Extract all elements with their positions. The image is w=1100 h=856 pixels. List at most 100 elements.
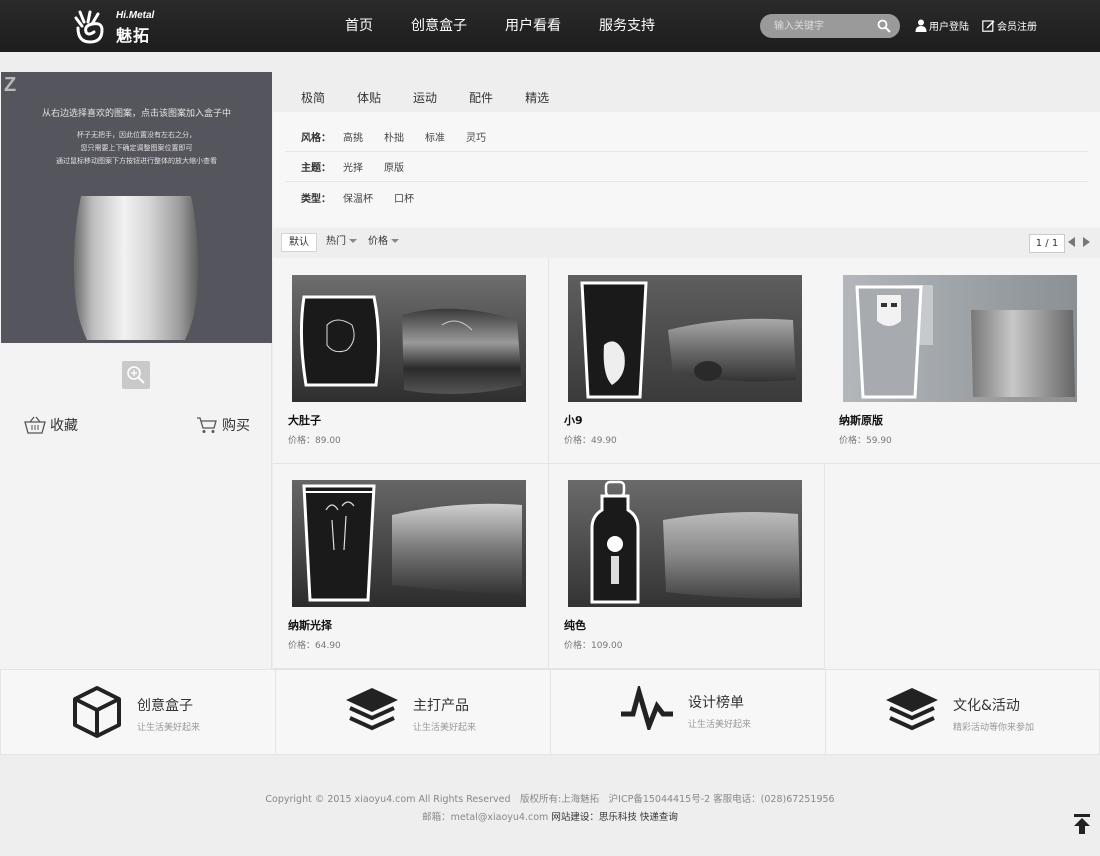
hand-logo-icon: [74, 10, 104, 44]
footer-email: 邮箱：metal@xiaoyu4.com: [422, 812, 549, 823]
logo-text-en: Hi.Metal: [116, 10, 155, 21]
edit-icon: [982, 20, 995, 32]
preview-tip-1: 杯子无把手，因此位置没有左右之分，: [77, 131, 196, 139]
sort-price-label: 价格: [368, 236, 388, 247]
logo-text-cn: 魅拓: [116, 26, 151, 45]
product-image[interactable]: [568, 275, 802, 402]
feature-design-ranking[interactable]: 设计榜单 让生活美好起来: [550, 669, 825, 755]
filter-row-type: 类型： 保温杯 口杯: [285, 182, 1088, 212]
filter-option[interactable]: 原版: [384, 159, 404, 174]
box-icon: [73, 686, 121, 738]
copyright-text: Copyright © 2015 xiaoyu4.com All Rights …: [265, 794, 835, 805]
chevron-down-icon: [391, 239, 399, 243]
prev-page-icon[interactable]: [1068, 237, 1075, 247]
tab-featured[interactable]: 精选: [509, 72, 565, 112]
collect-button[interactable]: 收藏: [24, 415, 78, 435]
filter-option[interactable]: 高挑: [343, 129, 363, 144]
feature-subtitle: 精彩活动等你来参加: [953, 723, 1035, 733]
preview-instruction: 从右边选择喜欢的图案，点击该图案加入盒子中: [41, 109, 231, 119]
product-image[interactable]: [568, 480, 802, 607]
search-icon[interactable]: [877, 19, 891, 33]
main-nav: 首页 创意盒子 用户看看 服务支持: [326, 0, 674, 52]
filter-label: 风格：: [301, 133, 331, 144]
filter-row-theme: 主题： 光择 原版: [285, 152, 1088, 182]
product-card[interactable]: 纳斯光择 价格：64.90: [273, 464, 549, 669]
product-card[interactable]: 大肚子 价格：89.00: [273, 259, 549, 464]
filter-panel: 风格： 高挑 朴拙 标准 灵巧 主题： 光择 原版 类型： 保温杯 口杯: [273, 112, 1100, 226]
tab-accessories[interactable]: 配件: [453, 72, 509, 112]
filter-option[interactable]: 朴拙: [384, 129, 404, 144]
footer: Copyright © 2015 xiaoyu4.com All Rights …: [0, 756, 1100, 856]
buy-label: 购买: [222, 418, 250, 434]
feature-subtitle: 让生活美好起来: [413, 723, 477, 733]
feature-subtitle: 让生活美好起来: [137, 723, 201, 733]
product-image[interactable]: [843, 275, 1077, 402]
buy-button[interactable]: 购买: [196, 415, 250, 435]
feature-title: 创意盒子: [137, 698, 193, 714]
product-name: 纯色: [564, 619, 586, 632]
product-card[interactable]: 纯色 价格：109.00: [549, 464, 825, 669]
product-card[interactable]: 小9 价格：49.90: [549, 259, 825, 464]
z-mark: Z: [4, 74, 17, 96]
feature-title: 主打产品: [413, 698, 469, 714]
product-name: 小9: [564, 414, 583, 427]
feature-culture-events[interactable]: 文化&活动 精彩活动等你来参加: [825, 669, 1100, 755]
filter-label: 主题：: [301, 163, 331, 174]
footer-build-label: 网站建设：: [551, 812, 599, 823]
zoom-in-icon: [127, 366, 145, 384]
search-input[interactable]: [774, 18, 874, 34]
product-card[interactable]: 纳斯原版 价格：59.90: [824, 259, 1100, 464]
product-name: 纳斯原版: [839, 414, 883, 427]
page-indicator: 1 / 1: [1029, 234, 1065, 253]
product-grid: 大肚子 价格：89.00 小9 价格：49.90 纳斯原版 价格：59.90 纳…: [273, 259, 1100, 669]
pulse-icon: [621, 686, 673, 730]
filter-option[interactable]: 口杯: [394, 190, 414, 205]
filter-option[interactable]: 灵巧: [466, 129, 486, 144]
metal-cup-image[interactable]: [73, 194, 199, 342]
cart-icon: [197, 417, 217, 433]
filter-option[interactable]: 保温杯: [343, 190, 373, 205]
layers-icon: [886, 688, 938, 731]
top-header: Hi.Metal 魅拓 首页 创意盒子 用户看看 服务支持 用户登陆 会员注册: [0, 0, 1100, 52]
register-label: 会员注册: [997, 22, 1037, 33]
feature-main-products[interactable]: 主打产品 让生活美好起来: [275, 669, 550, 755]
nav-creative-box[interactable]: 创意盒子: [392, 0, 486, 52]
tab-caring[interactable]: 体贴: [341, 72, 397, 112]
filter-option[interactable]: 标准: [425, 129, 445, 144]
login-label: 用户登陆: [929, 22, 969, 33]
sort-bar: 默认 热门 价格 1 / 1: [273, 228, 1100, 258]
next-page-icon[interactable]: [1083, 237, 1090, 247]
user-icon: [915, 19, 927, 32]
feature-title: 文化&活动: [953, 698, 1020, 714]
layers-icon: [346, 688, 398, 731]
search-box: [760, 14, 900, 38]
cup-preview-area: Z 从右边选择喜欢的图案，点击该图案加入盒子中 杯子无把手，因此位置没有左右之分…: [1, 72, 272, 343]
login-link[interactable]: 用户登陆: [915, 18, 969, 33]
sort-hot-label: 热门: [326, 236, 346, 247]
tab-minimal[interactable]: 极简: [285, 72, 341, 112]
product-image[interactable]: [292, 275, 526, 402]
filter-option[interactable]: 光择: [343, 159, 363, 174]
feature-bar: 创意盒子 让生活美好起来 主打产品 让生活美好起来 设计榜单 让生活美好起来 文…: [0, 669, 1100, 755]
footer-builder-link[interactable]: 思乐科技: [599, 812, 637, 823]
category-tabs: 极简 体贴 运动 配件 精选: [273, 72, 1100, 112]
sort-default-button[interactable]: 默认: [281, 233, 317, 252]
design-panel: Z 从右边选择喜欢的图案，点击该图案加入盒子中 杯子无把手，因此位置没有左右之分…: [0, 72, 272, 669]
feature-creative-box[interactable]: 创意盒子 让生活美好起来: [0, 669, 275, 755]
sort-hot-button[interactable]: 热门: [326, 233, 357, 252]
nav-service[interactable]: 服务支持: [580, 0, 674, 52]
product-price: 价格：109.00: [564, 641, 623, 651]
nav-home[interactable]: 首页: [326, 0, 392, 52]
zoom-button[interactable]: [122, 361, 150, 389]
tab-sport[interactable]: 运动: [397, 72, 453, 112]
nav-user-gallery[interactable]: 用户看看: [486, 0, 580, 52]
back-to-top-icon[interactable]: [1072, 813, 1092, 835]
register-link[interactable]: 会员注册: [982, 18, 1037, 33]
footer-contact: 邮箱：metal@xiaoyu4.com 网站建设：思乐科技 快递查询: [0, 809, 1100, 823]
product-image[interactable]: [292, 480, 526, 607]
collect-label: 收藏: [50, 418, 78, 434]
express-query-link[interactable]: 快递查询: [640, 812, 678, 823]
feature-title: 设计榜单: [688, 695, 744, 711]
logo[interactable]: Hi.Metal 魅拓: [72, 8, 162, 45]
sort-price-button[interactable]: 价格: [368, 233, 399, 252]
